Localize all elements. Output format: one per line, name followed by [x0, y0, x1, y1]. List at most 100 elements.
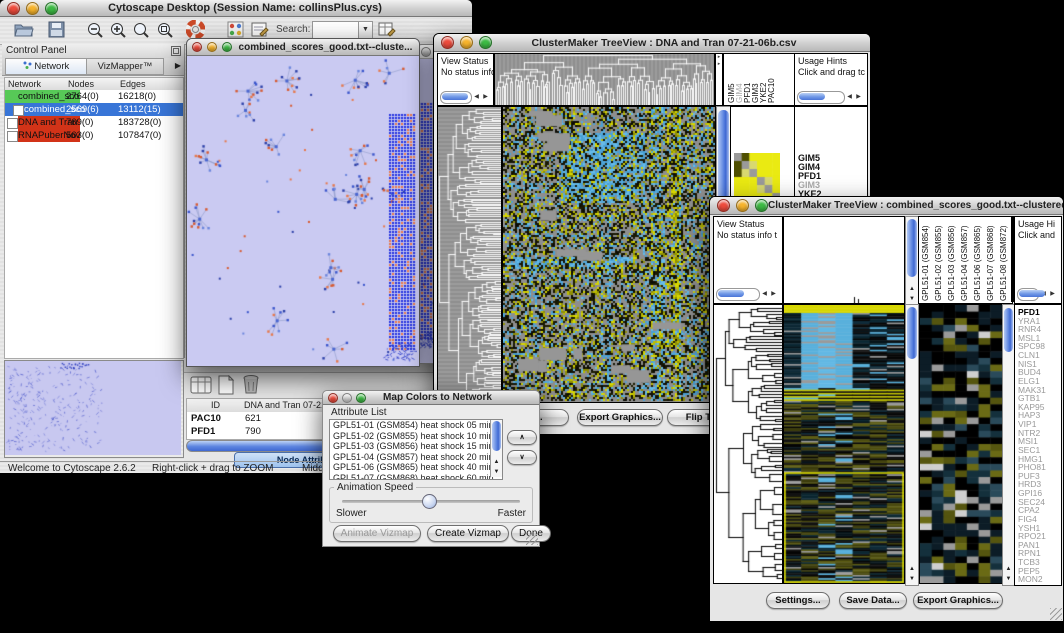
open-file-icon[interactable]	[14, 21, 34, 43]
network-nodes-count: 2764(0)	[66, 90, 99, 103]
tv2-view-status-scrollbar[interactable]: ◀▶	[716, 288, 778, 300]
close-button[interactable]	[421, 47, 431, 57]
tv2-heatmap[interactable]	[783, 304, 905, 584]
tv2-gene-label[interactable]: MON2	[1018, 574, 1043, 584]
tv2-heatmap-vscrollbar[interactable]: ▲▼	[905, 304, 919, 586]
id-column-header[interactable]: ID	[187, 399, 242, 412]
minimize-button[interactable]	[26, 2, 39, 15]
main-title-bar[interactable]: Cytoscape Desktop (Session Name: collins…	[0, 0, 472, 17]
tv2-column-dendrogram[interactable]	[783, 216, 905, 304]
tv2-row-dendrogram[interactable]	[713, 304, 783, 584]
tv1-row-dendrogram[interactable]	[437, 106, 502, 403]
tv1-column-dendrogram[interactable]	[494, 53, 715, 106]
attribute-list-item[interactable]: GPL51-07 (GSM868) heat shock 60 min	[330, 473, 502, 481]
tv2-column-label[interactable]: GPL51-07 (GSM868)	[986, 219, 999, 301]
new-attribute-icon[interactable]	[217, 375, 235, 400]
tv1-tree-arrows[interactable]: ▸▸	[715, 53, 723, 106]
zoom-button[interactable]	[222, 42, 232, 52]
network-list-row[interactable]: RNAPuberNov2+l563(0)107847(0)	[5, 129, 183, 142]
tv1-column-label[interactable]: PFD1	[743, 56, 751, 103]
resize-grip[interactable]	[1050, 608, 1062, 620]
minimize-button[interactable]	[342, 393, 352, 403]
network-overview-canvas[interactable]	[5, 361, 181, 455]
tab-vizmapper[interactable]: VizMapper™	[86, 58, 164, 75]
zoom-button[interactable]	[479, 36, 492, 49]
delete-attribute-trash-icon[interactable]	[242, 374, 260, 400]
zoom-out-icon[interactable]	[86, 21, 104, 44]
network-view-title-bar[interactable]: combined_scores_good.txt--cluste...	[187, 39, 419, 56]
close-button[interactable]	[717, 199, 730, 212]
zoom-button[interactable]	[755, 199, 768, 212]
network-canvas[interactable]	[187, 56, 417, 365]
window-controls[interactable]	[7, 2, 58, 15]
minimize-button[interactable]	[736, 199, 749, 212]
animation-speed-slider-thumb[interactable]	[422, 494, 437, 509]
network-edges-count: 107847(0)	[118, 129, 161, 142]
close-button[interactable]	[328, 393, 338, 403]
search-dropdown-arrow-icon[interactable]: ▼	[358, 21, 373, 39]
tv2-column-label[interactable]: GPL51-02 (GSM855)	[934, 219, 947, 301]
tv2-save-data-button[interactable]: Save Data...	[839, 592, 907, 609]
network-column-header[interactable]: Network	[5, 78, 66, 90]
resize-grip[interactable]	[526, 533, 538, 545]
tv1-column-label[interactable]: PAC10	[767, 56, 775, 103]
attribute-list-item[interactable]: GPL51-06 (GSM865) heat shock 40 min	[330, 462, 502, 473]
tv2-export-graphics-button[interactable]: Export Graphics...	[913, 592, 1003, 609]
zoom-in-icon[interactable]	[109, 21, 127, 44]
move-up-button[interactable]: ∧	[507, 430, 537, 445]
tv1-view-status-title: View Status	[438, 54, 493, 67]
nodes-column-header[interactable]: Nodes	[65, 78, 118, 90]
tv1-usage-hints-scrollbar[interactable]: ◀▶	[797, 91, 863, 103]
tv2-settings-button[interactable]: Settings...	[766, 592, 830, 609]
treeview1-title-bar[interactable]: ClusterMaker TreeView : DNA and Tran 07-…	[434, 34, 870, 52]
tv2-view-status-title: View Status	[714, 217, 782, 230]
edges-column-header[interactable]: Edges	[117, 78, 183, 90]
attribute-list-item[interactable]: GPL51-01 (GSM854) heat shock 05 min	[330, 420, 502, 431]
network-nodes-count: 2569(6)	[66, 103, 99, 116]
network-list-row[interactable]: combined_scores2764(0)16218(0)	[5, 90, 183, 103]
attribute-list-item[interactable]: GPL51-03 (GSM856) heat shock 15 min	[330, 441, 502, 452]
treeview2-title-bar[interactable]: ClusterMaker TreeView : combined_scores_…	[710, 197, 1063, 215]
zoom-button[interactable]	[356, 393, 366, 403]
close-button[interactable]	[192, 42, 202, 52]
zoom-fit-icon[interactable]	[132, 21, 150, 44]
network-overview[interactable]	[4, 360, 184, 458]
select-attributes-icon[interactable]	[190, 375, 212, 400]
save-icon[interactable]	[48, 21, 65, 43]
tv2-column-label[interactable]: GPL51-04 (GSM857)	[960, 219, 973, 301]
tab-network[interactable]: Network	[5, 58, 87, 75]
move-down-button[interactable]: ∨	[507, 450, 537, 465]
tab-overflow-icon[interactable]: ▶	[175, 61, 181, 70]
search-input[interactable]	[312, 21, 362, 39]
gene-id: PAC10	[191, 412, 221, 425]
tv2-column-label[interactable]: GPL51-01 (GSM854)	[921, 219, 934, 301]
tv1-detail-heatmap[interactable]	[734, 153, 780, 201]
tv2-detail-heatmap[interactable]	[919, 304, 1003, 584]
zoom-selected-icon[interactable]	[156, 21, 174, 44]
tv1-heatmap[interactable]	[502, 106, 716, 403]
close-button[interactable]	[441, 36, 454, 49]
network-list-row[interactable]: combined_sco2569(6)13112(15)	[5, 103, 183, 116]
tv2-top-vscrollbar[interactable]: ▲▼	[905, 216, 919, 306]
tv1-export-graphics-button[interactable]: Export Graphics...	[577, 409, 663, 426]
tv2-column-label[interactable]: GPL51-06 (GSM865)	[973, 219, 986, 301]
tv1-column-label[interactable]: YKE2	[759, 56, 767, 103]
tv1-column-label[interactable]: GIM5	[727, 56, 735, 103]
attribute-list-scrollbar[interactable]: ▲▼	[490, 420, 502, 477]
attribute-list-item[interactable]: GPL51-04 (GSM857) heat shock 20 min	[330, 452, 502, 463]
minimize-button[interactable]	[460, 36, 473, 49]
tv2-usage-hints-scrollbar[interactable]: ◀▶	[1017, 288, 1057, 300]
tv1-column-label[interactable]: GIM4	[735, 56, 743, 103]
zoom-button[interactable]	[45, 2, 58, 15]
close-button[interactable]	[7, 2, 20, 15]
tv2-column-label[interactable]: GPL51-03 (GSM856)	[947, 219, 960, 301]
network-tab-icon	[23, 59, 32, 74]
create-vizmap-button[interactable]: Create Vizmap	[427, 525, 509, 542]
dialog-title-bar[interactable]: Map Colors to Network	[323, 391, 539, 405]
tv1-view-status-scrollbar[interactable]: ◀▶	[440, 91, 490, 103]
attribute-list-item[interactable]: GPL51-02 (GSM855) heat shock 10 min	[330, 431, 502, 442]
tv1-column-label[interactable]: GIM3	[751, 56, 759, 103]
minimize-button[interactable]	[207, 42, 217, 52]
map-colors-dialog: Map Colors to Network Attribute List GPL…	[322, 390, 540, 547]
network-list-row[interactable]: DNA and Tran 07769(0)183728(0)	[5, 116, 183, 129]
